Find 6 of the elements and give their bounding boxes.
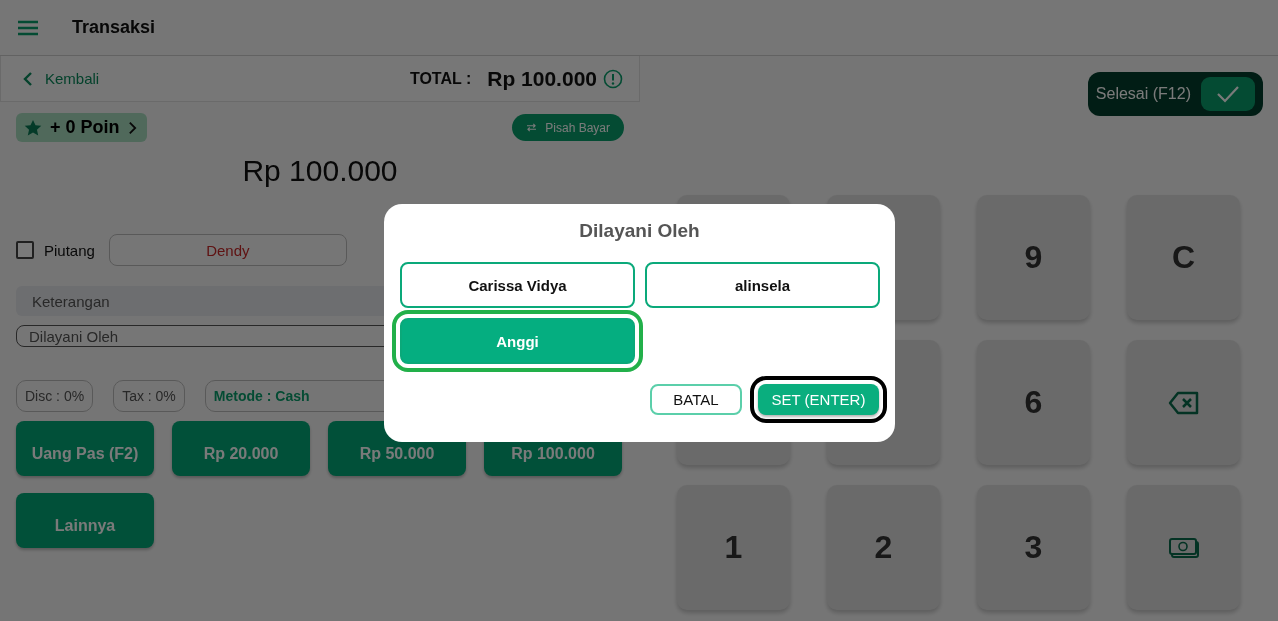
total-label: TOTAL : [409, 69, 472, 88]
page-title: Transaksi [72, 17, 156, 38]
payment-amount: Rp 100.000 [242, 154, 398, 187]
dialog-title: Dilayani Oleh [579, 220, 700, 241]
total-value: Rp 100.000 [487, 66, 597, 91]
piutang-label: Piutang [44, 241, 95, 259]
